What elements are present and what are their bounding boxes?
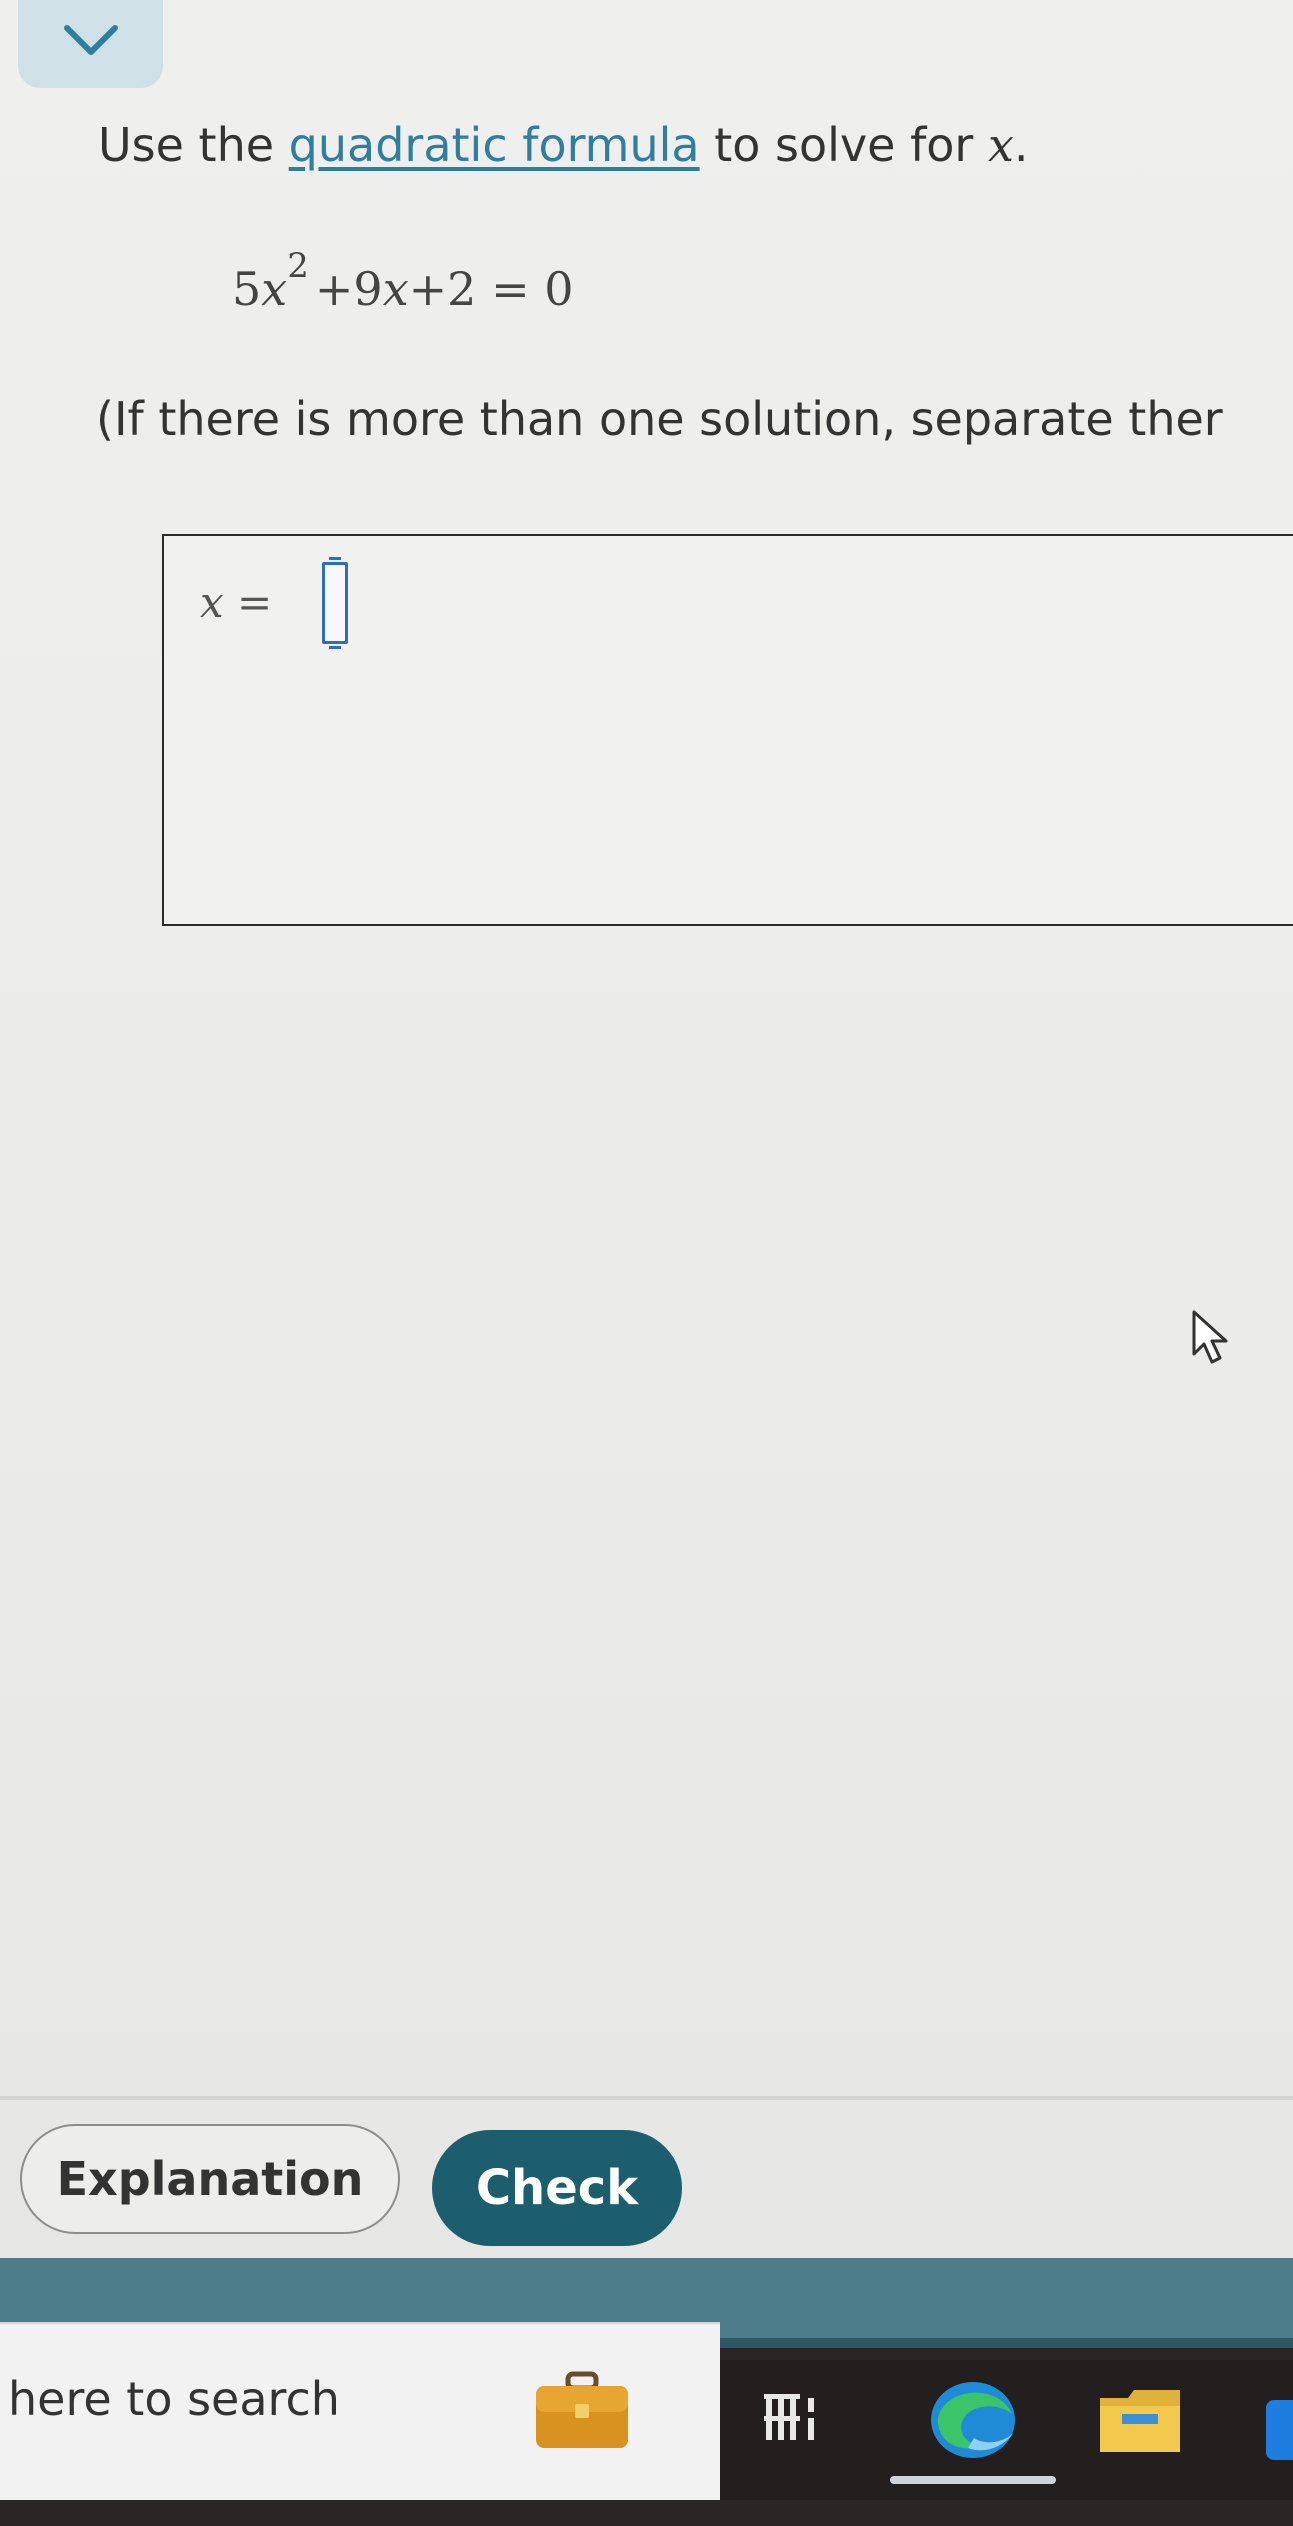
task-view-icon[interactable]	[762, 2388, 822, 2448]
app-area: Use the quadratic formula to solve for x…	[0, 0, 1293, 2260]
equation-variable: x	[261, 262, 288, 316]
equation-exponent: 2	[287, 246, 309, 286]
active-app-indicator	[890, 2476, 1056, 2484]
question-middle: to solve for	[699, 118, 988, 172]
briefcase-icon[interactable]	[532, 2370, 632, 2452]
footer-divider	[0, 2096, 1293, 2100]
collapse-button[interactable]	[18, 0, 163, 88]
answer-label: x =	[200, 578, 272, 627]
equation-linear-variable: x	[382, 262, 409, 316]
file-explorer-icon[interactable]	[1098, 2386, 1182, 2456]
question-variable: x	[987, 118, 1014, 172]
answer-equals: =	[237, 578, 273, 627]
check-button[interactable]: Check	[432, 2130, 682, 2246]
question-prefix: Use the	[98, 118, 289, 172]
instruction-text: (If there is more than one solution, sep…	[96, 392, 1223, 446]
answer-input[interactable]	[322, 557, 348, 649]
chevron-down-icon	[63, 25, 118, 55]
answer-area: x =	[162, 534, 1293, 926]
equation-coefficient: 5	[232, 262, 262, 316]
question-suffix: .	[1013, 118, 1029, 172]
page: Use the quadratic formula to solve for x…	[0, 0, 1293, 2526]
question-text: Use the quadratic formula to solve for x…	[98, 118, 1029, 172]
store-icon[interactable]	[1266, 2400, 1293, 2460]
taskbar-search-placeholder: here to search	[8, 2372, 340, 2426]
answer-variable: x	[200, 578, 224, 627]
explanation-button[interactable]: Explanation	[20, 2124, 400, 2234]
equation-linear-term: +9	[314, 262, 383, 316]
quadratic-formula-link[interactable]: quadratic formula	[289, 118, 700, 172]
equation: 5x2 +9x+2 = 0	[232, 246, 574, 316]
equation-tail: +2 = 0	[408, 262, 574, 316]
mouse-pointer-icon	[1192, 1310, 1228, 1364]
edge-browser-icon[interactable]	[928, 2378, 1018, 2460]
